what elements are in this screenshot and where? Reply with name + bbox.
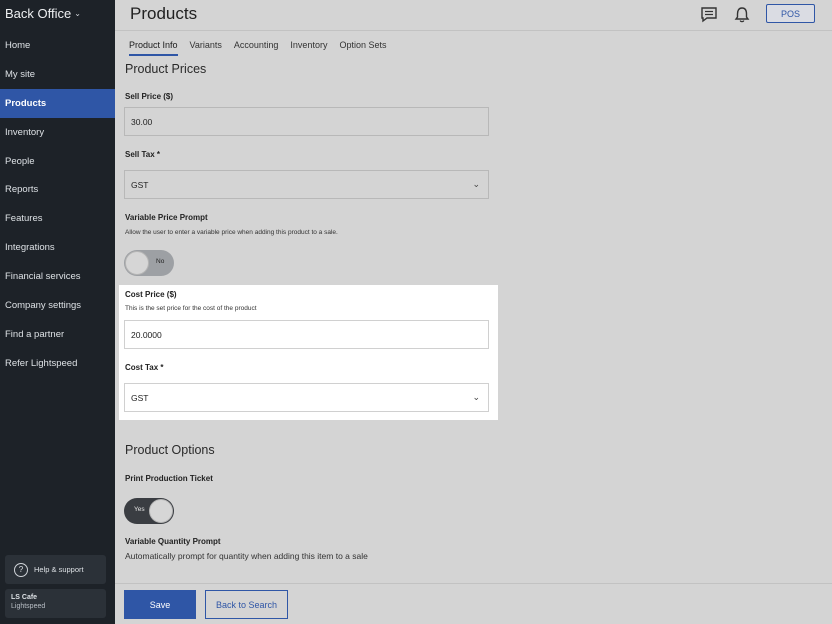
sidebar-nav: Home My site Products Inventory People R… <box>0 31 115 378</box>
sell-price-value: 30.00 <box>131 116 153 127</box>
chat-icon[interactable] <box>700 6 718 24</box>
print-ticket-toggle[interactable]: Yes <box>124 498 174 524</box>
toggle-knob <box>125 251 149 275</box>
sidebar-item-refer-lightspeed[interactable]: Refer Lightspeed <box>0 349 115 378</box>
sidebar-item-inventory[interactable]: Inventory <box>0 118 115 147</box>
page-header: Products POS <box>115 0 832 31</box>
print-ticket-label: Print Production Ticket <box>125 474 213 483</box>
help-support-label: Help & support <box>34 565 84 574</box>
variable-price-toggle[interactable]: No <box>124 250 174 276</box>
sell-tax-label: Sell Tax * <box>125 150 160 159</box>
sidebar-item-features[interactable]: Features <box>0 204 115 233</box>
sell-price-input[interactable]: 30.00 <box>124 107 489 136</box>
account-switcher[interactable]: LS Cafe Lightspeed <box>5 589 106 618</box>
cost-price-label: Cost Price ($) <box>125 290 177 299</box>
tab-variants[interactable]: Variants <box>190 40 222 56</box>
sidebar-item-reports[interactable]: Reports <box>0 175 115 204</box>
tab-product-info[interactable]: Product Info <box>129 40 178 56</box>
sidebar: Back Office ⌄ Home My site Products Inve… <box>0 0 115 624</box>
chevron-down-icon: ⌄ <box>472 179 480 189</box>
sell-tax-select[interactable]: GST ⌄ <box>124 170 489 199</box>
sidebar-item-products[interactable]: Products <box>0 88 115 118</box>
sidebar-item-my-site[interactable]: My site <box>0 60 115 89</box>
toggle-state-label: Yes <box>134 506 145 513</box>
sell-tax-value: GST <box>131 179 149 190</box>
sidebar-item-company-settings[interactable]: Company settings <box>0 291 115 320</box>
toggle-state-label: No <box>156 258 165 265</box>
product-tabs: Product Info Variants Accounting Invento… <box>129 40 386 56</box>
help-support-button[interactable]: ? Help & support <box>5 555 106 584</box>
account-name: LS Cafe <box>11 594 38 601</box>
cost-price-input[interactable]: 20.0000 <box>124 320 489 349</box>
variable-price-help: Allow the user to enter a variable price… <box>125 229 338 236</box>
variable-qty-label: Variable Quantity Prompt <box>125 537 221 546</box>
sidebar-item-home[interactable]: Home <box>0 31 115 60</box>
back-to-search-button[interactable]: Back to Search <box>205 590 288 619</box>
sidebar-item-people[interactable]: People <box>0 147 115 176</box>
tab-option-sets[interactable]: Option Sets <box>339 40 386 56</box>
toggle-knob <box>149 499 173 523</box>
chevron-down-icon: ⌄ <box>74 9 81 18</box>
tab-inventory[interactable]: Inventory <box>290 40 327 56</box>
chevron-down-icon: ⌄ <box>472 392 480 402</box>
sidebar-item-financial-services[interactable]: Financial services <box>0 262 115 291</box>
brand-label: Back Office <box>5 6 72 21</box>
variable-qty-help: Automatically prompt for quantity when a… <box>125 551 368 561</box>
bell-icon[interactable] <box>733 6 751 24</box>
account-subtitle: Lightspeed <box>11 603 46 610</box>
cost-tax-label: Cost Tax * <box>125 363 164 372</box>
sell-price-label: Sell Price ($) <box>125 92 174 101</box>
sidebar-item-integrations[interactable]: Integrations <box>0 233 115 262</box>
pos-button[interactable]: POS <box>766 4 815 23</box>
product-prices-heading: Product Prices <box>125 62 207 76</box>
cost-tax-value: GST <box>131 392 149 403</box>
sidebar-item-find-a-partner[interactable]: Find a partner <box>0 320 115 349</box>
question-icon: ? <box>14 562 28 577</box>
product-options-heading: Product Options <box>125 443 215 457</box>
save-button[interactable]: Save <box>124 590 196 619</box>
tab-accounting[interactable]: Accounting <box>234 40 279 56</box>
form-footer: Save Back to Search <box>115 583 832 624</box>
cost-price-help: This is the set price for the cost of th… <box>125 305 257 312</box>
page-title: Products <box>130 4 198 23</box>
brand-menu[interactable]: Back Office ⌄ <box>5 6 81 21</box>
variable-price-label: Variable Price Prompt <box>125 213 208 222</box>
cost-price-value: 20.0000 <box>131 329 162 340</box>
cost-tax-select[interactable]: GST ⌄ <box>124 383 489 412</box>
